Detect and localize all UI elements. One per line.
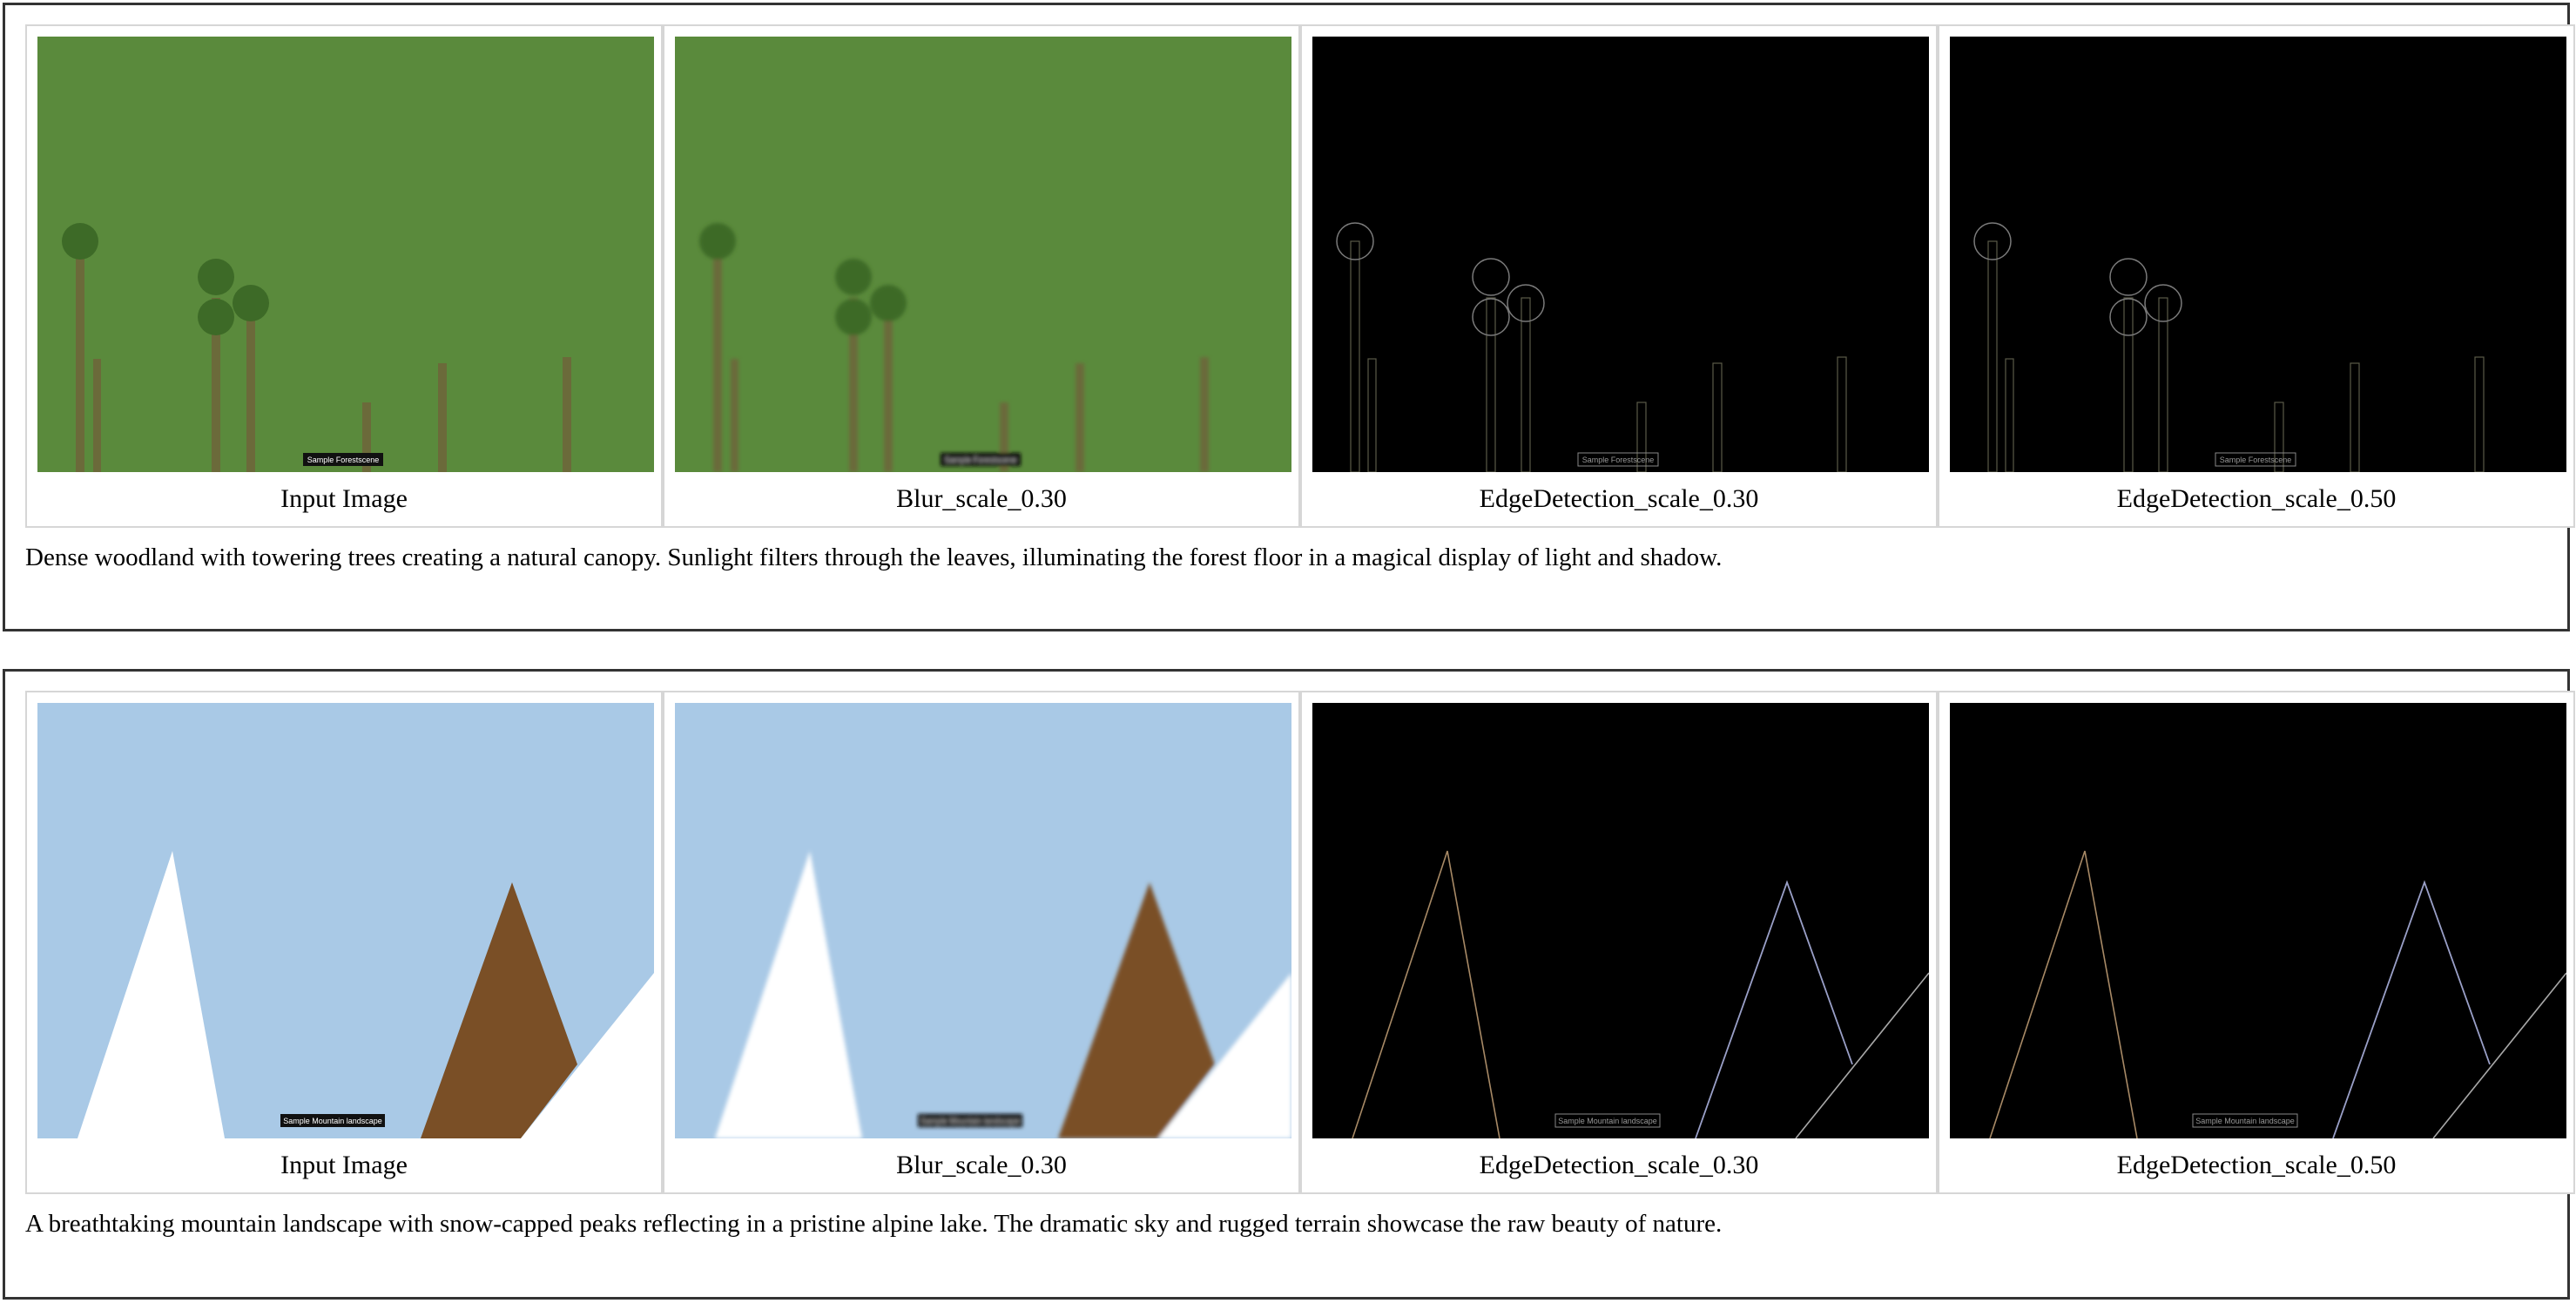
scene-banner-edges: Sample Forestscene bbox=[1582, 456, 1655, 464]
scene-description: A breathtaking mountain landscape with s… bbox=[25, 1210, 1723, 1238]
result-card-forest: Sample Forestscene Input Image Sample Fo… bbox=[3, 3, 2575, 631]
panel-blur: Sample Mountain landscape Blur_scale_0.3… bbox=[663, 691, 1300, 1194]
panel-caption: EdgeDetection_scale_0.50 bbox=[2116, 484, 2397, 513]
scene-description: Dense woodland with towering trees creat… bbox=[25, 544, 1723, 571]
mountain-input-image: Sample Mountain landscape bbox=[37, 703, 654, 1138]
scene-banner-blurred: Sample Mountain landscape bbox=[920, 1117, 1020, 1125]
panel-caption: Input Image bbox=[280, 484, 408, 513]
panel-caption: EdgeDetection_scale_0.30 bbox=[1479, 484, 1759, 513]
panel-blur: Sample Forestscene Blur_scale_0.30 bbox=[663, 24, 1300, 528]
forest-blur-image: Sample Forestscene bbox=[675, 37, 1291, 472]
panel-input-image: Sample Forestscene Input Image bbox=[25, 24, 663, 528]
panel-edge-030: Sample Forestscene EdgeDetection_scale_0… bbox=[1300, 24, 1938, 528]
forest-input-image: Sample Forestscene bbox=[37, 37, 654, 472]
scene-banner: Sample Mountain landscape bbox=[283, 1117, 382, 1125]
panel-edge-050: Sample Mountain landscape EdgeDetection_… bbox=[1938, 691, 2575, 1194]
mountain-edge-030-image: Sample Mountain landscape bbox=[1312, 703, 1929, 1138]
scene-banner-edges: Sample Mountain landscape bbox=[1558, 1117, 1657, 1125]
panel-caption: Blur_scale_0.30 bbox=[896, 1151, 1067, 1179]
panel-caption: EdgeDetection_scale_0.50 bbox=[2116, 1151, 2397, 1179]
scene-banner-blurred: Sample Forestscene bbox=[945, 456, 1017, 464]
forest-edge-050-image: Sample Forestscene bbox=[1950, 37, 2566, 472]
mountain-edge-050-image: Sample Mountain landscape bbox=[1950, 703, 2566, 1138]
result-card-mountain: Sample Mountain landscape Input Image Sa… bbox=[3, 669, 2575, 1300]
panel-input-image: Sample Mountain landscape Input Image bbox=[25, 691, 663, 1194]
mountain-blur-image: Sample Mountain landscape bbox=[675, 703, 1291, 1138]
scene-banner-edges: Sample Forestscene bbox=[2220, 456, 2292, 464]
forest-edge-030-image: Sample Forestscene bbox=[1312, 37, 1929, 472]
panel-caption: Input Image bbox=[280, 1151, 408, 1179]
scene-banner: Sample Forestscene bbox=[307, 456, 380, 464]
panel-caption: EdgeDetection_scale_0.30 bbox=[1479, 1151, 1759, 1179]
panel-edge-030: Sample Mountain landscape EdgeDetection_… bbox=[1300, 691, 1938, 1194]
panel-caption: Blur_scale_0.30 bbox=[896, 484, 1067, 513]
panel-edge-050: Sample Forestscene EdgeDetection_scale_0… bbox=[1938, 24, 2575, 528]
scene-banner-edges: Sample Mountain landscape bbox=[2195, 1117, 2295, 1125]
